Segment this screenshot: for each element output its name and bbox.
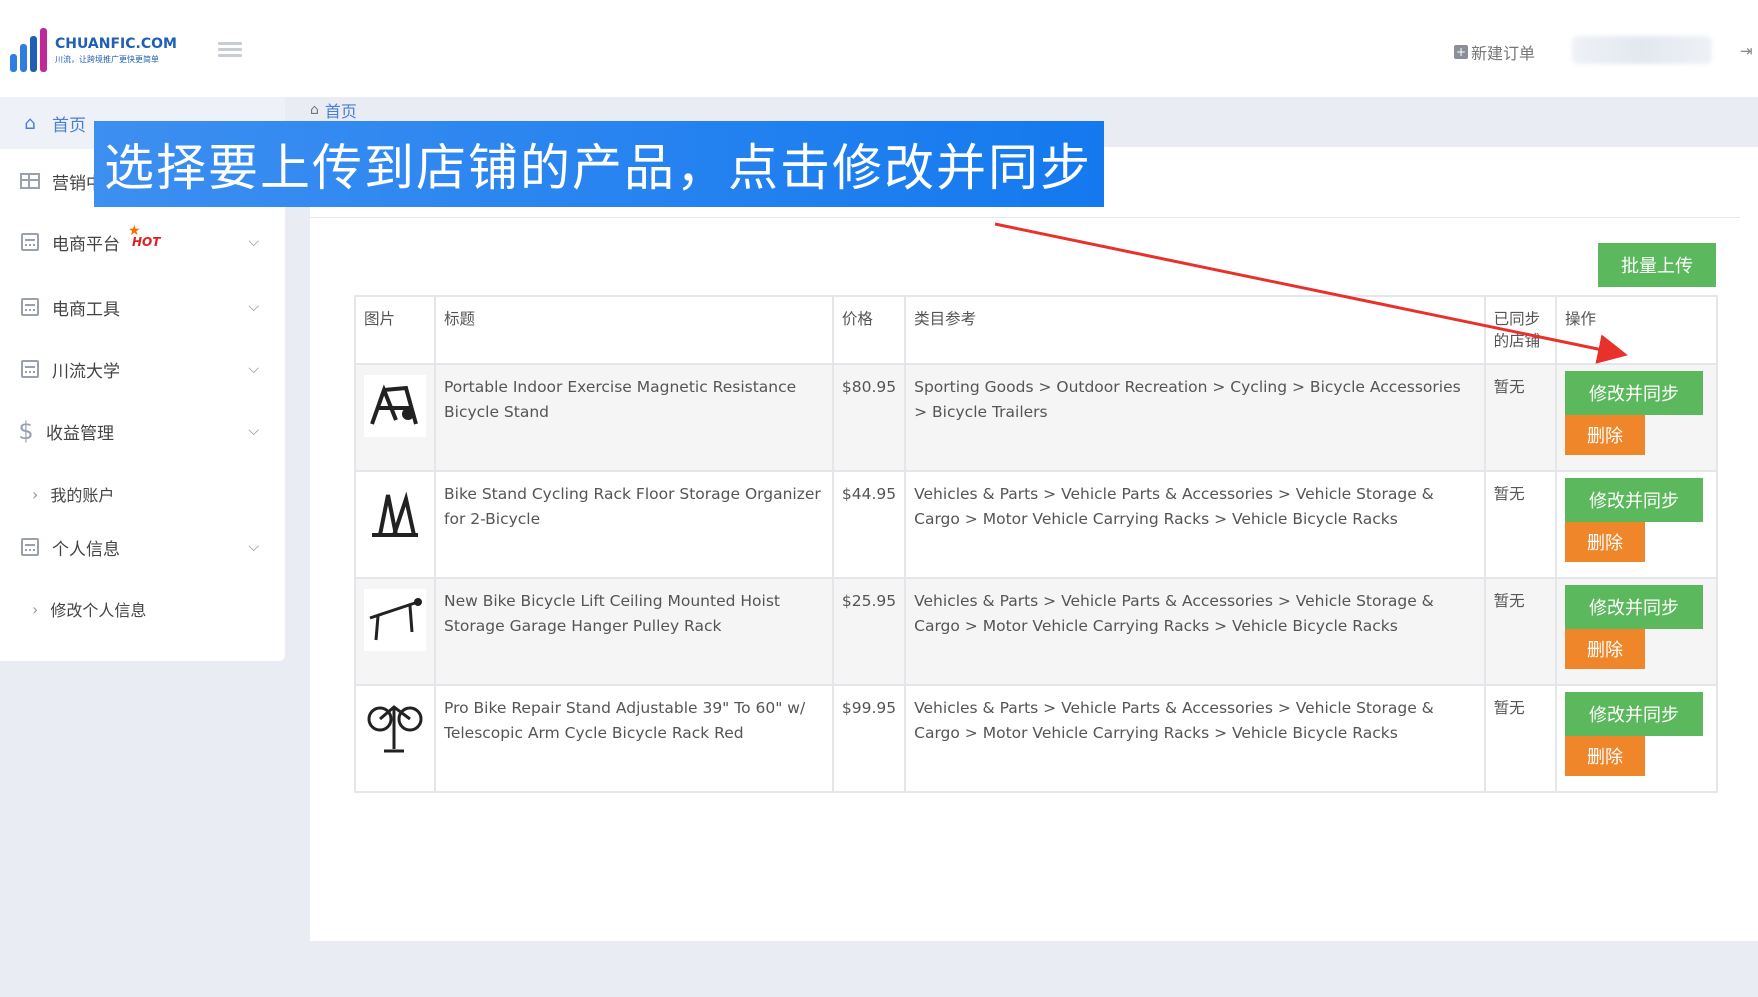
products-table: 图片 标题 价格 类目参考 已同步的店铺 操作 Portable Indoor … [354, 295, 1718, 793]
chevron-down-icon: ⌵ [248, 361, 259, 377]
table-row: Portable Indoor Exercise Magnetic Resist… [354, 363, 1718, 472]
product-thumbnail[interactable] [364, 375, 426, 437]
column-header-title: 标题 [434, 295, 834, 365]
product-price: $25.95 [831, 577, 907, 686]
product-title: Bike Stand Cycling Rack Floor Storage Or… [434, 470, 834, 579]
user-name-blurred[interactable] [1572, 36, 1712, 64]
plus-icon: + [1454, 45, 1468, 59]
column-header-category: 类目参考 [904, 295, 1486, 365]
sidebar-item-university[interactable]: 川流大学 ⌵ [0, 339, 285, 399]
product-price: $99.95 [831, 684, 907, 793]
product-synced-stores: 暂无 [1483, 577, 1558, 686]
product-title: New Bike Bicycle Lift Ceiling Mounted Ho… [434, 577, 834, 686]
top-header: CHUANFIC.COM 川流，让跨境推广更快更简单 + 新建订单 ⇥ [0, 0, 1758, 97]
sidebar-item-earnings[interactable]: $ 收益管理 ⌵ [0, 401, 285, 461]
edit-sync-button[interactable]: 修改并同步 [1565, 585, 1704, 629]
bike-trainer-icon [370, 384, 418, 425]
logo-bars-icon [10, 28, 47, 72]
breadcrumb[interactable]: ⌂ 首页 [310, 98, 357, 122]
chevron-down-icon: ⌵ [248, 299, 259, 315]
sidebar-subitem-my-account[interactable]: › 我的账户 [32, 482, 114, 506]
home-icon: ⌂ [310, 102, 319, 118]
product-actions: 修改并同步 删除 [1555, 577, 1718, 686]
new-order-link[interactable]: + 新建订单 [1454, 40, 1535, 64]
product-actions: 修改并同步 删除 [1555, 470, 1718, 579]
edit-sync-button[interactable]: 修改并同步 [1565, 692, 1704, 736]
product-synced-stores: 暂无 [1483, 363, 1558, 472]
dollar-icon: $ [18, 417, 34, 445]
calendar-icon [18, 537, 42, 557]
column-header-synced-stores: 已同步的店铺 [1483, 295, 1558, 365]
sidebar-subitem-edit-profile[interactable]: › 修改个人信息 [32, 597, 146, 621]
product-title: Pro Bike Repair Stand Adjustable 39" To … [434, 684, 834, 793]
product-thumbnail[interactable] [364, 482, 426, 544]
divider [310, 217, 1740, 218]
bike-rack-icon [372, 491, 418, 537]
home-icon: ⌂ [24, 112, 36, 134]
product-synced-stores: 暂无 [1483, 470, 1558, 579]
product-actions: 修改并同步 删除 [1555, 363, 1718, 472]
bulk-upload-button[interactable]: 批量上传 [1598, 243, 1716, 287]
instruction-banner: 选择要上传到店铺的产品，点击修改并同步 [94, 121, 1104, 207]
logo-subtitle: 川流，让跨境推广更快更简单 [55, 54, 159, 64]
calendar-icon [18, 359, 42, 379]
product-image-cell [354, 470, 436, 579]
calendar-icon [18, 297, 42, 317]
calendar-icon [18, 232, 42, 252]
sidebar-subitem-label: 修改个人信息 [50, 601, 147, 620]
product-price: $44.95 [831, 470, 907, 579]
product-price: $80.95 [831, 363, 907, 472]
column-header-actions: 操作 [1555, 295, 1718, 365]
logout-icon[interactable]: ⇥ [1740, 42, 1756, 60]
table-row: New Bike Bicycle Lift Ceiling Mounted Ho… [354, 577, 1718, 686]
column-header-image: 图片 [354, 295, 436, 365]
bike-hoist-icon [369, 598, 422, 641]
chevron-down-icon: ⌵ [248, 539, 259, 555]
sidebar-item-label: 电商平台 [52, 234, 120, 255]
product-image-cell [354, 577, 436, 686]
product-thumbnail[interactable] [364, 589, 426, 651]
logo[interactable]: CHUANFIC.COM 川流，让跨境推广更快更简单 [10, 26, 190, 74]
product-category: Vehicles & Parts > Vehicle Parts & Acces… [904, 470, 1486, 579]
delete-button[interactable]: 删除 [1565, 522, 1646, 562]
table-header-row: 图片 标题 价格 类目参考 已同步的店铺 操作 [354, 295, 1718, 365]
delete-button[interactable]: 删除 [1565, 736, 1646, 776]
sidebar-item-personal-info[interactable]: 个人信息 ⌵ [0, 517, 285, 577]
chevron-down-icon: ⌵ [248, 234, 259, 250]
delete-button[interactable]: 删除 [1565, 415, 1646, 455]
chevron-down-icon: ⌵ [248, 423, 259, 439]
new-order-label: 新建订单 [1471, 44, 1536, 63]
sidebar-subitem-label: 我的账户 [50, 486, 115, 505]
logo-title: CHUANFIC.COM [55, 35, 177, 52]
product-image-cell [354, 363, 436, 472]
table-row: Bike Stand Cycling Rack Floor Storage Or… [354, 470, 1718, 579]
product-category: Vehicles & Parts > Vehicle Parts & Acces… [904, 684, 1486, 793]
sidebar-item-label: 电商工具 [52, 299, 120, 320]
sidebar-item-label: 首页 [52, 115, 86, 136]
chevron-right-icon: › [32, 599, 39, 619]
table-icon [18, 171, 42, 191]
edit-sync-button[interactable]: 修改并同步 [1565, 478, 1704, 522]
column-header-price: 价格 [831, 295, 907, 365]
table-row: Pro Bike Repair Stand Adjustable 39" To … [354, 684, 1718, 793]
sidebar-item-label: 川流大学 [52, 361, 120, 382]
product-category: Vehicles & Parts > Vehicle Parts & Acces… [904, 577, 1486, 686]
product-image-cell [354, 684, 436, 793]
product-synced-stores: 暂无 [1483, 684, 1558, 793]
menu-toggle-icon[interactable] [218, 42, 242, 60]
product-thumbnail[interactable] [364, 696, 426, 758]
sidebar-item-label: 收益管理 [46, 423, 114, 444]
product-actions: 修改并同步 删除 [1555, 684, 1718, 793]
hot-badge: HOT [128, 223, 161, 249]
sidebar-item-ecommerce-tools[interactable]: 电商工具 ⌵ [0, 277, 285, 337]
sidebar-item-ecommerce-platform[interactable]: 电商平台 HOT ⌵ [0, 212, 285, 272]
edit-sync-button[interactable]: 修改并同步 [1565, 371, 1704, 415]
chevron-right-icon: › [32, 484, 39, 504]
bike-repair-stand-icon [367, 705, 423, 753]
sidebar-item-label: 个人信息 [52, 539, 120, 560]
delete-button[interactable]: 删除 [1565, 629, 1646, 669]
product-title: Portable Indoor Exercise Magnetic Resist… [434, 363, 834, 472]
breadcrumb-label: 首页 [324, 102, 357, 121]
product-category: Sporting Goods > Outdoor Recreation > Cy… [904, 363, 1486, 472]
